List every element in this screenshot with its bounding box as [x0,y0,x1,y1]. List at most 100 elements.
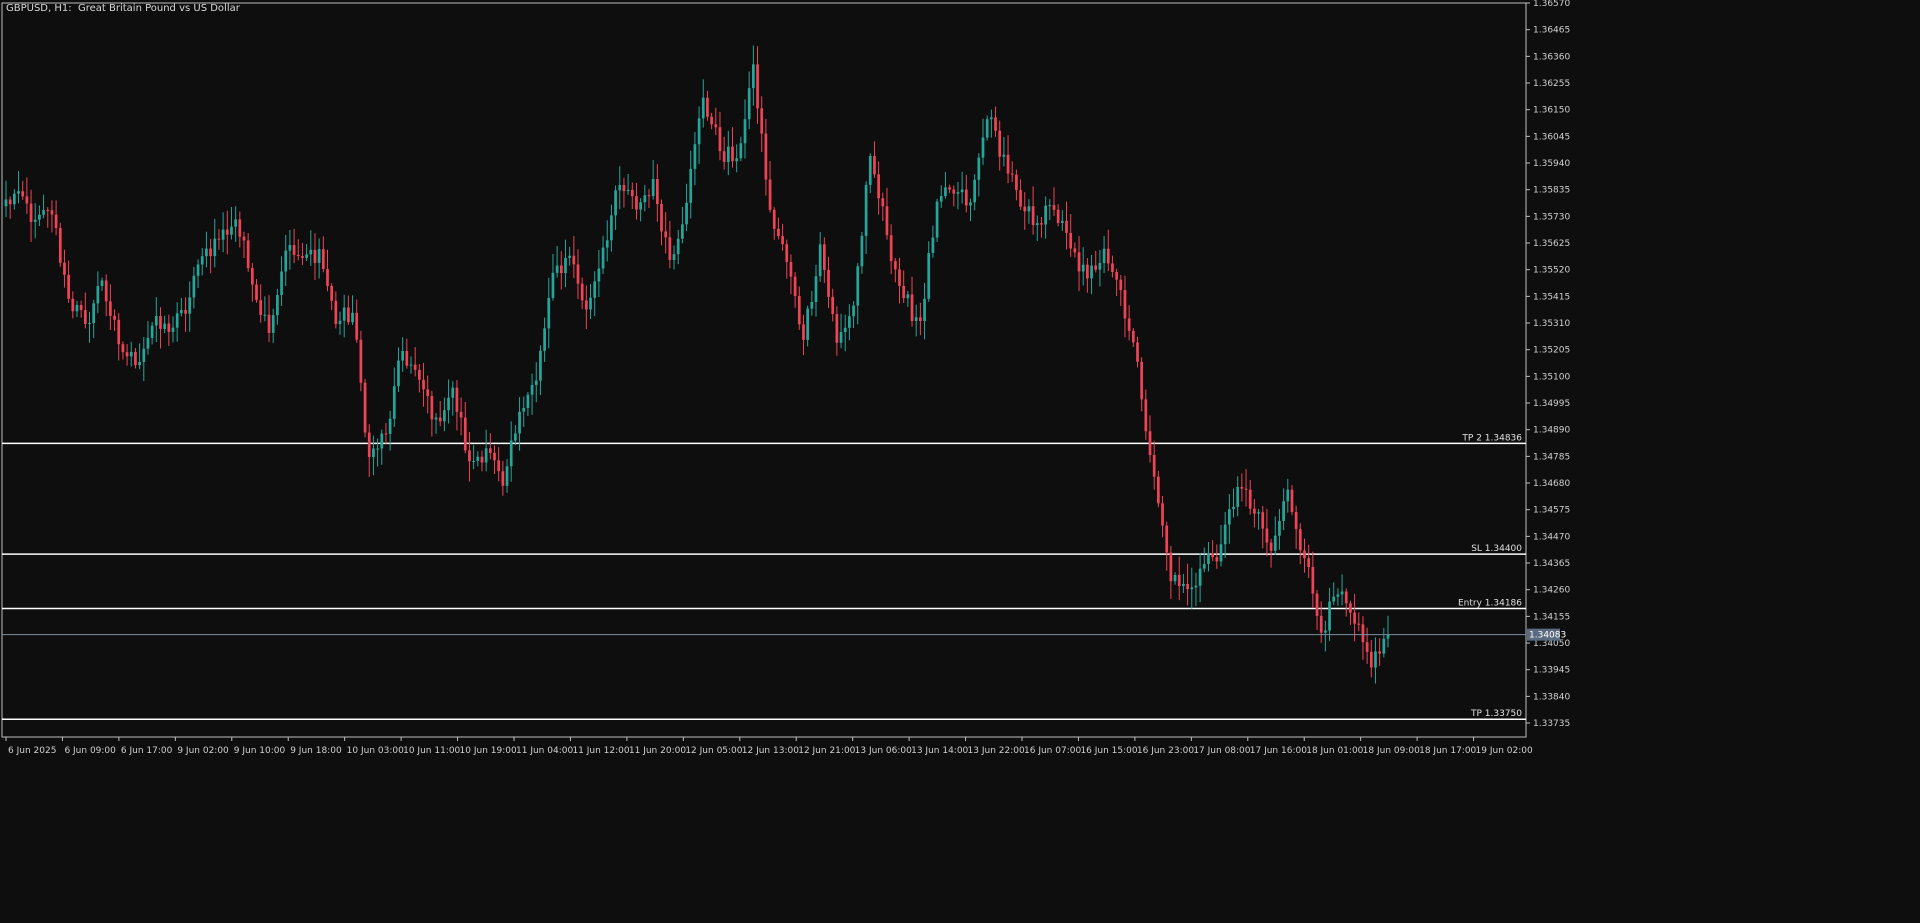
candle-bull [977,157,981,180]
candle-bear [622,184,626,192]
candle-bull [1190,587,1194,590]
candle-bear [1065,220,1068,233]
candle-bull [593,281,597,298]
candle-bear [1261,512,1265,529]
candle-bear [1253,508,1256,514]
candle-bull [434,417,438,420]
candle-bull [518,411,521,434]
candle-bear [572,255,576,265]
candle-bear [660,204,663,232]
candle-bull [689,168,693,203]
candle-bear [630,189,634,197]
candle-bear [1315,593,1319,616]
candle-bear [902,285,906,299]
candle-bear [1365,642,1369,652]
candle-bull [597,268,601,282]
candle-bull [1219,544,1223,562]
candle-bull [309,249,313,255]
candle-bear [898,269,901,286]
candle-bull [276,295,279,316]
candle-bull [547,297,551,329]
candle-bear [422,379,425,390]
candle-bear [1140,361,1144,400]
candle-bull [484,448,488,463]
candle-bull [944,187,947,197]
candle-bull [739,143,743,159]
y-tick-label: 1.36465 [1533,26,1570,36]
candle-bull [693,144,697,169]
x-tick-label: 6 Jun 17:00 [121,746,173,756]
candle-bull [505,466,509,486]
candle-bear [501,471,505,486]
candle-bull [372,448,375,457]
candle-bull [38,214,41,220]
candle-bull [685,202,688,225]
candle-bear [1131,330,1135,343]
candle-bull [747,88,751,120]
candle-bear [117,319,121,345]
candle-bull [1328,601,1331,631]
candle-bull [1198,568,1202,586]
candle-bull [1336,594,1340,597]
candle-bear [580,283,584,301]
candle-bear [998,130,1002,157]
candle-bull [388,418,392,434]
x-tick-label: 12 Jun 13:00 [742,746,799,756]
candle-bull [543,328,546,351]
chart-title: GBPUSD, H1: Great Britain Pound vs US Do… [6,3,240,14]
candle-bear [760,108,764,134]
candle-bear [885,206,889,236]
candle-bear [764,133,768,180]
x-tick-label: 13 Jun 06:00 [855,746,912,756]
candle-bear [63,262,66,275]
candle-bear [889,235,893,262]
candle-bear [71,298,75,312]
candle-bear [493,452,496,461]
candle-bear [793,276,797,296]
candle-bear [1290,489,1294,513]
candle-bull [1202,564,1206,569]
candle-bull [1236,486,1240,507]
candle-bull [163,323,167,329]
candle-bear [777,228,780,237]
candle-bull [618,184,622,191]
candle-bull [848,316,851,328]
candle-bull [973,179,977,203]
candle-bear [1040,223,1043,225]
candle-bear [1077,252,1081,272]
candle-bull [1386,634,1390,639]
candle-bull [927,252,931,299]
candle-bull [1090,265,1093,279]
x-tick-label: 16 Jun 07:00 [1024,746,1081,756]
candle-bull [839,332,843,343]
candle-bear [831,296,835,315]
candle-bear [785,244,789,262]
y-tick-label: 1.34470 [1533,532,1570,542]
candle-bear [1127,318,1131,331]
candle-bull [989,117,993,120]
candle-bull [860,235,864,267]
candle-bear [488,448,492,453]
y-tick-label: 1.35520 [1533,266,1570,276]
y-tick-label: 1.34785 [1533,452,1570,462]
x-tick-label: 16 Jun 23:00 [1137,746,1194,756]
candle-bear [242,236,246,241]
candle-bull [451,387,455,398]
candle-bear [134,351,137,366]
candle-bull [138,361,141,366]
candle-bear [1186,583,1189,590]
candle-bear [718,127,722,152]
candle-bear [347,307,350,323]
candle-bull [305,254,308,258]
x-tick-label: 18 Jun 01:00 [1306,746,1363,756]
candle-bear [367,432,371,457]
trade-levels: TP 2 1.34836 SL 1.34400 Entry 1.34186 TP 1.… [2,433,1526,720]
price-chart[interactable]: TP 2 1.34836 SL 1.34400 Entry 1.34186 TP 1.… [0,0,1920,923]
candle-bear [1119,279,1123,291]
y-tick-label: 1.34155 [1533,612,1570,622]
candle-bear [1069,232,1073,249]
candle-bull [146,337,150,349]
y-tick-label: 1.35625 [1533,239,1570,249]
candle-bear [125,352,129,357]
level-label: SL 1.34400 [1471,544,1522,554]
